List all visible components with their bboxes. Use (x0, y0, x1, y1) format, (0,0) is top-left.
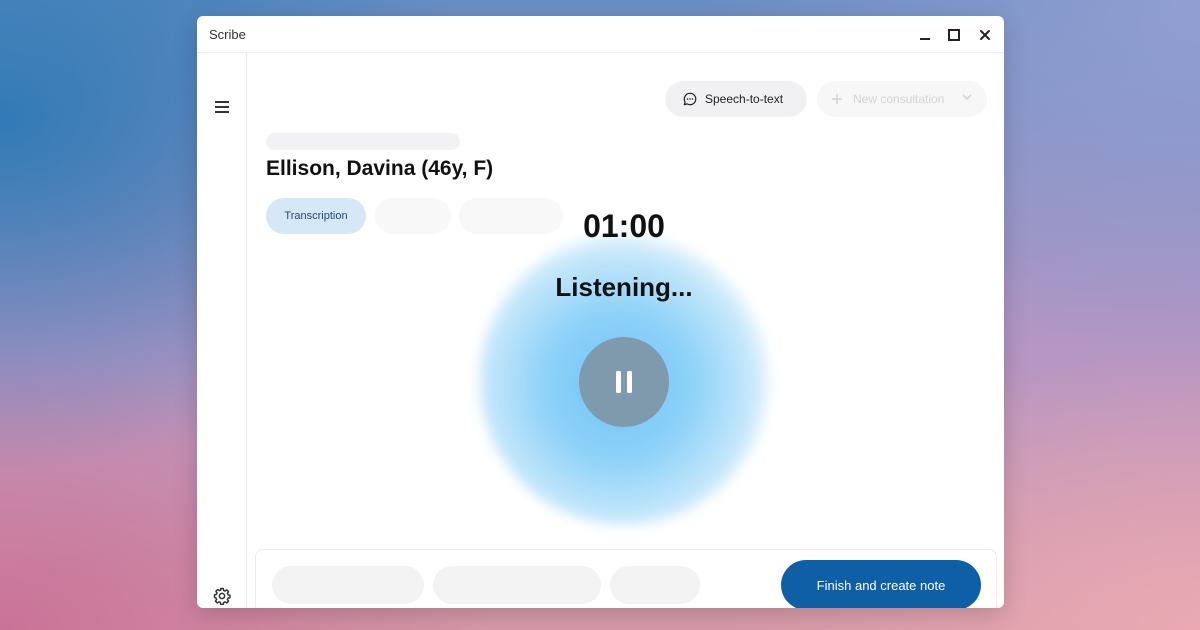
tab-transcription[interactable]: Transcription (266, 198, 366, 234)
pause-button[interactable] (579, 337, 669, 427)
speech-to-text-label: Speech-to-text (705, 92, 784, 106)
pause-icon (616, 371, 632, 393)
action-placeholder[interactable] (272, 566, 424, 604)
settings-button[interactable] (211, 585, 233, 607)
plus-icon (832, 94, 842, 104)
minimize-icon (920, 38, 930, 40)
close-button[interactable] (974, 24, 996, 46)
finish-button-label: Finish and create note (816, 577, 946, 593)
app-title: Scribe (209, 27, 246, 42)
maximize-button[interactable] (943, 24, 965, 46)
new-consultation-button[interactable]: New consultation (817, 81, 987, 117)
patient-name: Ellison, Davina (46y, F) (266, 157, 494, 180)
menu-icon (215, 101, 229, 113)
app-window: Scribe Speech-to-text New consultation E… (197, 16, 1004, 608)
speech-to-text-button[interactable]: Speech-to-text (665, 81, 807, 117)
tab-transcription-label: Transcription (284, 210, 348, 222)
chat-bubble-icon (683, 92, 697, 106)
chevron-down-icon (962, 94, 972, 101)
gear-icon (213, 587, 231, 605)
new-consultation-label: New consultation (853, 92, 945, 106)
action-placeholder[interactable] (610, 566, 700, 604)
close-icon (980, 30, 990, 40)
listening-status: Listening... (555, 272, 693, 302)
sidebar (197, 53, 247, 608)
action-placeholder[interactable] (433, 566, 601, 604)
minimize-button[interactable] (914, 24, 936, 46)
main-panel: Speech-to-text New consultation Ellison,… (247, 53, 1004, 608)
recording-timer: 01:00 (583, 208, 665, 244)
title-bar: Scribe (197, 16, 1004, 53)
action-bar: Finish and create note (255, 549, 997, 608)
tab-placeholder[interactable] (375, 198, 451, 234)
menu-button[interactable] (211, 96, 233, 118)
finish-and-create-note-button[interactable]: Finish and create note (781, 560, 981, 608)
maximize-icon (948, 29, 960, 41)
breadcrumb-placeholder (266, 133, 460, 150)
